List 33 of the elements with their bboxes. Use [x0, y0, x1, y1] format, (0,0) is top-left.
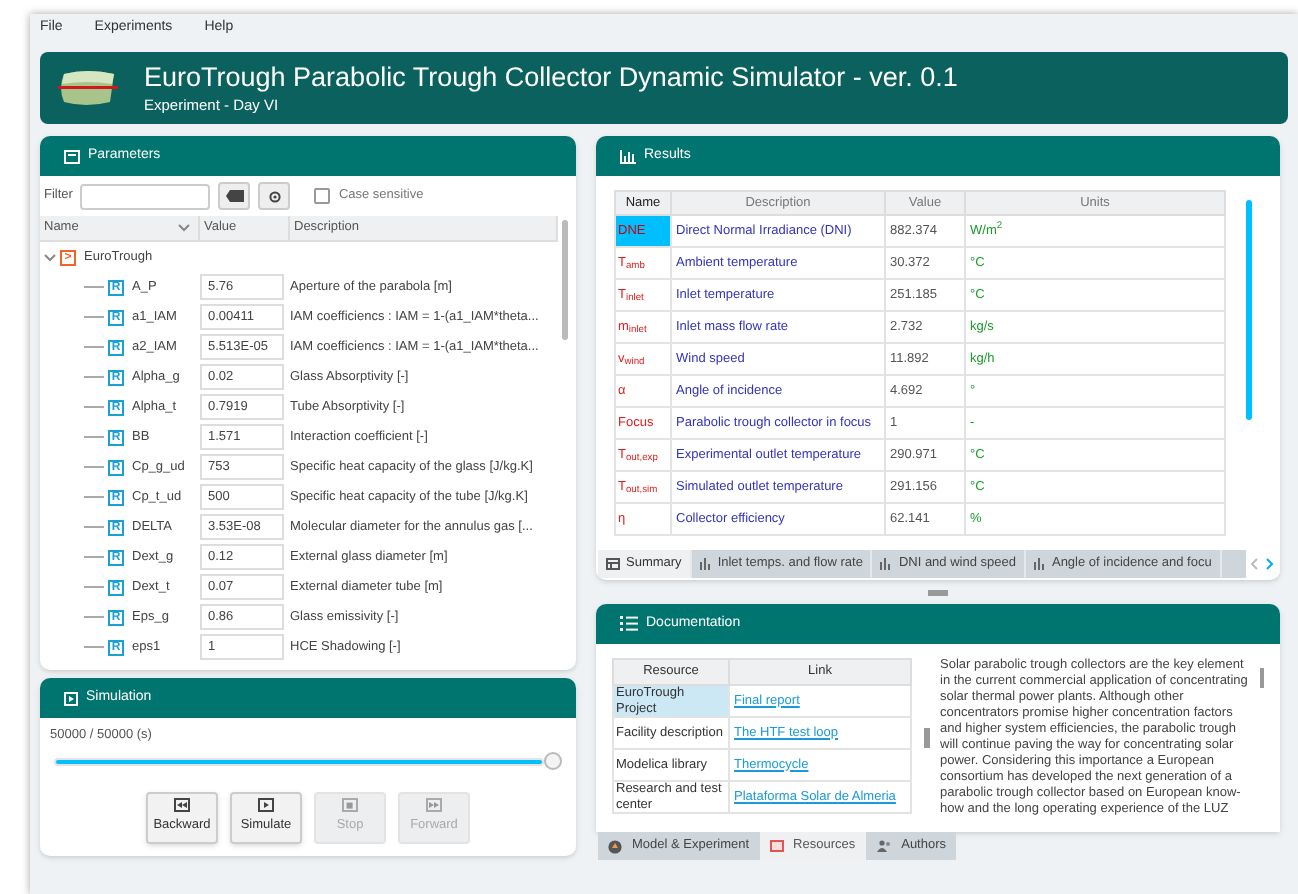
stop-icon	[342, 798, 358, 813]
trough-logo-icon	[56, 68, 120, 108]
bar-chart-icon	[699, 558, 712, 570]
filter-field[interactable]	[80, 183, 211, 209]
play-icon	[258, 798, 274, 813]
bar-chart-icon	[1033, 558, 1046, 570]
backward-icon	[174, 798, 190, 813]
splitter-handle[interactable]	[923, 728, 929, 748]
expand-caret-icon[interactable]	[44, 251, 56, 263]
scrollbar-thumb[interactable]	[1260, 668, 1264, 688]
scrollbar-thumb[interactable]	[562, 220, 568, 340]
bar-chart-icon	[880, 558, 893, 570]
list-icon	[620, 616, 638, 632]
case-sensitive-checkbox[interactable]	[314, 188, 331, 204]
people-icon	[875, 840, 892, 852]
table-icon	[64, 149, 80, 163]
slider-thumb[interactable]	[544, 751, 562, 770]
table-icon	[606, 558, 620, 570]
clear-filter-button[interactable]	[218, 182, 251, 210]
globe-icon	[608, 839, 622, 853]
chevron-left-icon	[1250, 558, 1258, 570]
app-title: EuroTrough Parabolic Trough Collector Dynamic Simulator - ver. 0.1	[144, 59, 958, 94]
splitter-handle[interactable]	[928, 589, 948, 595]
forward-icon	[426, 798, 442, 813]
scrollbar-thumb[interactable]	[1246, 200, 1252, 420]
bar-chart-icon	[620, 149, 636, 163]
play-square-icon	[64, 691, 78, 705]
chevron-right-icon	[1266, 558, 1274, 570]
image-icon	[769, 840, 784, 852]
target-button[interactable]	[258, 182, 291, 210]
backspace-icon	[225, 190, 244, 202]
sort-caret-icon[interactable]	[178, 224, 190, 232]
target-icon	[267, 189, 282, 203]
